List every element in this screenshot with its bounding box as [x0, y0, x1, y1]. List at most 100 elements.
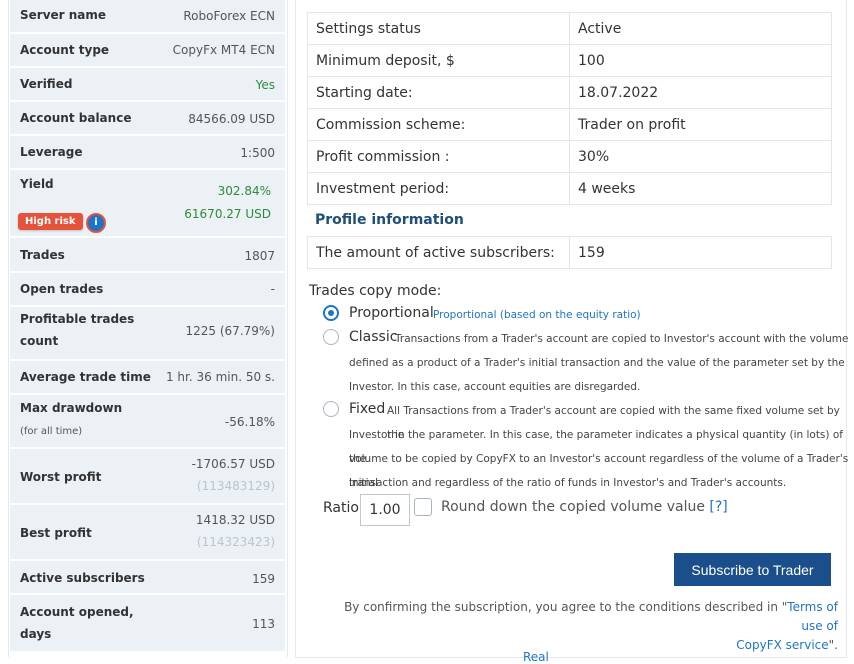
settings-status-value: Active [569, 12, 832, 45]
stat-value: 1 hr. 36 min. 50 s. [165, 370, 275, 384]
stat-label: Account opened, [20, 605, 134, 619]
settings-key: Starting date: [307, 76, 570, 109]
stat-value: 1225 (67.79%) [185, 324, 275, 338]
settings-key: Investment period: [307, 172, 570, 205]
stat-account-balance: Account balance 84566.09 USD [10, 102, 285, 136]
subscribers-value: 159 [569, 236, 832, 269]
proportional-label[interactable]: Proportional [349, 305, 434, 321]
stat-leverage: Leverage 1:500 [10, 136, 285, 170]
stat-label: Account type [20, 43, 110, 57]
stat-open-trades: Open trades - [10, 273, 285, 307]
stat-label: Best profit [20, 526, 92, 540]
settings-table: Settings status Active Minimum deposit, … [307, 12, 832, 205]
fixed-radio[interactable] [323, 401, 339, 417]
stat-profitable-trades: Profitable trades count 1225 (67.79%) [10, 307, 285, 361]
copy-mode-title: Trades copy mode: [309, 283, 442, 299]
stat-value-usd: 61670.27 USD [184, 207, 271, 221]
table-row: Profit commission : 30% [307, 140, 832, 173]
stat-note: (for all time) [20, 426, 83, 437]
stat-label: Trades [20, 248, 65, 262]
classic-description-line: Transactions from a Trader's account are… [395, 333, 849, 345]
stat-label: Worst profit [20, 470, 102, 484]
stat-best-profit: Best profit 1418.32 USD (114323423) [10, 505, 285, 561]
stat-account-opened: Account opened, days 113 [10, 595, 285, 653]
stat-value: 1418.32 USD [195, 513, 275, 527]
settings-key: Commission scheme: [307, 108, 570, 141]
round-down-text: Round down the copied volume value [441, 499, 705, 515]
stat-value: 159 [252, 572, 275, 586]
stat-label: Open trades [20, 282, 104, 296]
table-row: Investment period: 4 weeks [307, 172, 832, 205]
stat-value: 84566.09 USD [188, 112, 275, 126]
table-row: Minimum deposit, $ 100 [307, 44, 832, 77]
fixed-description-line: transaction and regardless of the ratio … [349, 477, 787, 489]
stat-label-line2: count [20, 334, 59, 348]
subscribers-key: The amount of active subscribers: [307, 236, 570, 269]
proportional-description: Proportional (based on the equity ratio) [433, 309, 641, 321]
stat-value: -56.18% [224, 415, 275, 429]
settings-value: 30% [569, 140, 832, 173]
terms-link-line2[interactable]: CopyFX service [736, 638, 828, 652]
stat-value: - [270, 282, 275, 296]
classic-radio[interactable] [323, 329, 339, 345]
stat-max-drawdown: Max drawdown (for all time) -56.18% [10, 395, 285, 449]
subscribe-button[interactable]: Subscribe to Trader [674, 553, 831, 586]
proportional-radio[interactable] [323, 305, 339, 321]
stat-value: Yes [255, 78, 275, 92]
ratio-input[interactable]: 1.00 [360, 494, 410, 526]
table-row: The amount of active subscribers: 159 [307, 236, 832, 269]
stat-label: Server name [20, 8, 107, 22]
stat-value: CopyFx MT4 ECN [172, 43, 275, 57]
consent-text: By confirming the subscription, you agre… [338, 598, 838, 655]
table-row: Starting date: 18.07.2022 [307, 76, 832, 109]
stat-verified: Verified Yes [10, 68, 285, 102]
settings-value: 100 [569, 44, 832, 77]
consent-sentence: By confirming the subscription, you agre… [344, 600, 788, 614]
settings-value: Trader on profit [569, 108, 832, 141]
stat-active-subscribers: Active subscribers 159 [10, 561, 285, 595]
stat-label: Average trade time [20, 370, 151, 384]
classic-description-line: defined as a product of a Trader's initi… [349, 357, 845, 369]
stat-label: Profitable trades [20, 312, 135, 326]
stat-sub-id: (114323423) [196, 535, 275, 549]
settings-key: Settings status [307, 12, 570, 45]
classic-label[interactable]: Classic [349, 329, 397, 345]
info-icon[interactable]: i [86, 213, 106, 233]
settings-value: 18.07.2022 [569, 76, 832, 109]
stat-average-trade-time: Average trade time 1 hr. 36 min. 50 s. [10, 361, 285, 395]
stat-label: Yield [20, 177, 54, 191]
stat-value: 1:500 [240, 146, 275, 160]
stat-label: Verified [20, 77, 73, 91]
settings-key: Minimum deposit, $ [307, 44, 570, 77]
profile-information-heading: Profile information [315, 212, 464, 228]
ratio-label: Ratio [323, 500, 359, 516]
stat-trades: Trades 1807 [10, 238, 285, 273]
stat-worst-profit: Worst profit -1706.57 USD (113483129) [10, 449, 285, 505]
stat-account-type: Account type CopyFx MT4 ECN [10, 34, 285, 68]
classic-description-line: Investor. In this case, account equities… [349, 381, 641, 393]
round-down-checkbox[interactable] [414, 498, 432, 516]
stat-value: -1706.57 USD [191, 457, 275, 471]
settings-value: 4 weeks [569, 172, 832, 205]
round-down-help-link[interactable]: [?] [709, 499, 727, 515]
round-down-label[interactable]: Round down the copied volume value [?] [441, 499, 728, 515]
stat-label: Account balance [20, 111, 132, 125]
stat-value: 1807 [244, 249, 275, 263]
high-risk-badge: High risk [18, 213, 83, 230]
consent-end: ". [828, 638, 838, 652]
stat-value: 113 [252, 617, 275, 631]
bottom-link-partial[interactable]: Real [523, 650, 549, 664]
subscribers-table: The amount of active subscribers: 159 [307, 236, 832, 269]
terms-link[interactable]: Terms of use of [787, 600, 838, 633]
stat-value: 302.84% [217, 184, 271, 198]
stat-label: Max drawdown [20, 401, 123, 415]
stat-value: RoboForex ECN [183, 9, 275, 23]
stat-label: Leverage [20, 145, 83, 159]
account-stats: Server name RoboForex ECN Account type C… [10, 0, 285, 653]
table-row: Commission scheme: Trader on profit [307, 108, 832, 141]
settings-key: Profit commission : [307, 140, 570, 173]
stat-server-name: Server name RoboForex ECN [10, 0, 285, 34]
table-row: Settings status Active [307, 12, 832, 45]
stat-sub-id: (113483129) [196, 479, 275, 493]
fixed-label[interactable]: Fixed [349, 401, 385, 417]
